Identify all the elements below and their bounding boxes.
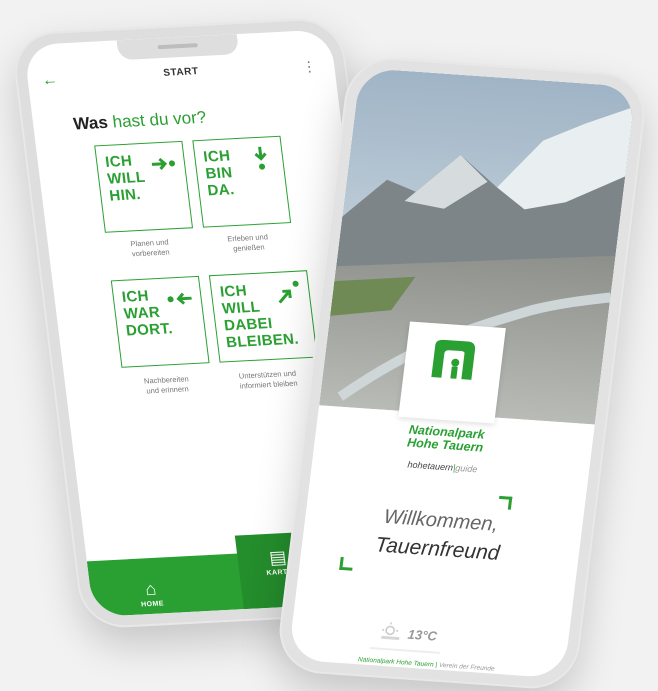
brand-line: hohetauern|guide — [372, 457, 513, 477]
brand-main: hohetauern — [407, 459, 454, 472]
park-logo-icon — [427, 337, 480, 382]
tile-ich-war-dort[interactable]: ICH WAR DORT. — [111, 276, 210, 368]
brand-light: guide — [455, 463, 478, 474]
app-bar: ← START ⋮ — [27, 55, 336, 95]
tile-caption: Erleben und genießen — [199, 231, 298, 256]
tile-ich-bin-da[interactable]: ICH BIN DA. — [192, 136, 291, 228]
weather-temperature: 13°C — [407, 627, 438, 644]
arrow-diagonal-dot-icon — [273, 280, 302, 307]
more-vert-icon[interactable]: ⋮ — [301, 58, 317, 76]
tile-caption: Unterstützen und informiert bleiben — [219, 368, 318, 393]
park-name: Nationalpark Hohe Tauern — [374, 421, 517, 457]
tile-label: ICH BIN DA. — [202, 147, 235, 199]
nav-home-label: HOME — [112, 599, 193, 610]
nav-home[interactable]: ⌂ HOME — [109, 577, 193, 610]
page-title: START — [27, 59, 335, 86]
tile-caption: Nachbereiten und erinnern — [118, 373, 217, 398]
arrow-down-dot-icon — [246, 145, 275, 172]
home-icon: ⌂ — [109, 577, 192, 601]
weather-underline — [370, 647, 440, 654]
tile-ich-will-hin[interactable]: ICH WILL HIN. — [94, 141, 193, 233]
intro-question: Was hast du vor? — [72, 108, 207, 135]
dot-arrow-left-icon — [165, 285, 194, 312]
frame-corner-top-right — [498, 496, 513, 510]
tile-label: ICH WILL HIN. — [104, 152, 148, 205]
sun-cloud-icon — [379, 622, 403, 643]
weather-widget: 13°C — [373, 621, 493, 629]
arrow-to-dot-icon — [148, 150, 177, 177]
question-green: hast du vor? — [111, 108, 207, 132]
tile-caption: Planen und vorbereiten — [101, 236, 200, 261]
tile-ich-will-dabei-bleiben[interactable]: ICH WILL DABEI BLEIBEN. — [209, 270, 318, 362]
park-logo — [398, 321, 506, 423]
frame-corner-bottom-left — [339, 557, 354, 571]
question-bold: Was — [72, 113, 109, 134]
mockup-stage: ← START ⋮ Was hast du vor? ICH WILL HIN.… — [0, 0, 658, 680]
